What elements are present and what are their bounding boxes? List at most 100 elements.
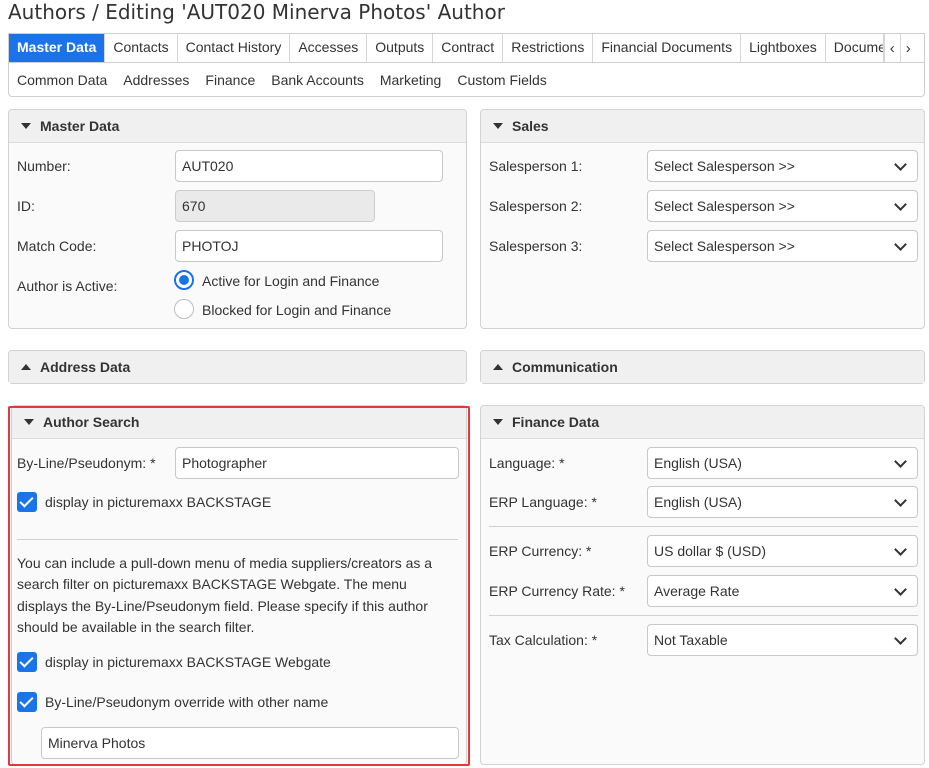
main-tabbar: Master Data Contacts Contact History Acc… <box>8 33 925 62</box>
chevron-down-icon <box>894 238 907 251</box>
communication-panel: Communication <box>480 350 925 384</box>
salesperson-1-select[interactable]: Select Salesperson >> <box>647 150 918 182</box>
language-label: Language: * <box>489 455 565 471</box>
subtab-custom-fields[interactable]: Custom Fields <box>457 72 546 88</box>
erp-currency-select[interactable]: US dollar $ (USD) <box>647 535 918 567</box>
byline-field[interactable]: Photographer <box>175 447 459 479</box>
communication-title: Communication <box>512 359 618 375</box>
sales-panel: Sales Salesperson 1: Select Salesperson … <box>480 109 925 329</box>
salesperson-2-label: Salesperson 2: <box>489 198 583 214</box>
tab-contacts[interactable]: Contacts <box>105 34 178 62</box>
tab-outputs[interactable]: Outputs <box>367 34 434 62</box>
override-name-field[interactable]: Minerva Photos <box>41 727 459 759</box>
tab-contact-history[interactable]: Contact History <box>178 34 291 62</box>
erp-currency-rate-value: Average Rate <box>654 583 740 599</box>
subtab-bank-accounts[interactable]: Bank Accounts <box>271 72 364 88</box>
override-checkbox[interactable] <box>17 692 37 712</box>
tab-documents[interactable]: Documents <box>826 34 884 62</box>
blocked-radio[interactable] <box>174 299 194 319</box>
author-search-info-text: You can include a pull-down menu of medi… <box>17 553 458 638</box>
finance-data-header[interactable]: Finance Data <box>481 406 924 439</box>
display-backstage-label[interactable]: display in picturemaxx BACKSTAGE <box>45 494 271 510</box>
address-data-header[interactable]: Address Data <box>9 351 466 383</box>
blocked-option-label[interactable]: Blocked for Login and Finance <box>202 302 391 318</box>
author-search-title: Author Search <box>43 414 140 430</box>
author-search-header[interactable]: Author Search <box>12 406 466 439</box>
display-webgate-checkbox[interactable] <box>17 652 37 672</box>
active-radio[interactable] <box>174 270 194 290</box>
finance-data-title: Finance Data <box>512 414 600 430</box>
info-line: You can include a pull-down menu of medi… <box>17 555 433 571</box>
chevron-down-icon <box>894 583 907 596</box>
caret-down-icon <box>24 419 34 425</box>
chevron-down-icon <box>894 455 907 468</box>
tab-accesses[interactable]: Accesses <box>290 34 368 62</box>
chevron-down-icon <box>894 494 907 507</box>
divider <box>17 539 458 540</box>
erp-currency-rate-label: ERP Currency Rate: * <box>489 583 625 599</box>
salesperson-3-value: Select Salesperson >> <box>654 238 795 254</box>
page-title: Authors / Editing 'AUT020 Minerva Photos… <box>8 0 505 24</box>
chevron-down-icon <box>894 158 907 171</box>
byline-label: By-Line/Pseudonym: * <box>17 455 156 471</box>
tab-lightboxes[interactable]: Lightboxes <box>741 34 826 62</box>
id-label: ID: <box>17 198 35 214</box>
erp-currency-label: ERP Currency: * <box>489 543 592 559</box>
tax-calculation-select[interactable]: Not Taxable <box>647 624 918 656</box>
tab-master-data[interactable]: Master Data <box>9 34 106 62</box>
subtab-addresses[interactable]: Addresses <box>123 72 189 88</box>
salesperson-2-select[interactable]: Select Salesperson >> <box>647 190 918 222</box>
erp-language-value: English (USA) <box>654 494 742 510</box>
address-data-title: Address Data <box>40 359 131 375</box>
caret-down-icon <box>21 123 31 129</box>
number-field[interactable]: AUT020 <box>175 150 443 182</box>
subtab-finance[interactable]: Finance <box>205 72 255 88</box>
salesperson-1-value: Select Salesperson >> <box>654 158 795 174</box>
master-data-panel: Master Data Number: AUT020 ID: 670 Match… <box>8 109 467 329</box>
tabs-scroll-right-icon[interactable]: › <box>899 34 916 62</box>
chevron-down-icon <box>894 198 907 211</box>
tab-financial-documents[interactable]: Financial Documents <box>593 34 742 62</box>
finance-data-panel: Finance Data Language: * English (USA) E… <box>480 405 925 765</box>
language-value: English (USA) <box>654 455 742 471</box>
author-search-panel: Author Search By-Line/Pseudonym: * Photo… <box>11 405 467 765</box>
display-backstage-checkbox[interactable] <box>17 492 37 512</box>
caret-up-icon <box>21 364 31 370</box>
caret-down-icon <box>493 419 503 425</box>
info-line: search filter on picturemaxx BACKSTAGE W… <box>17 576 407 593</box>
match-code-field[interactable]: PHOTOJ <box>175 230 443 262</box>
erp-language-select[interactable]: English (USA) <box>647 486 918 518</box>
address-data-panel: Address Data <box>8 350 467 384</box>
language-select[interactable]: English (USA) <box>647 447 918 479</box>
display-webgate-label[interactable]: display in picturemaxx BACKSTAGE Webgate <box>45 654 331 670</box>
master-data-header[interactable]: Master Data <box>9 110 466 143</box>
divider <box>489 615 918 616</box>
tab-contract[interactable]: Contract <box>433 34 504 62</box>
tax-calculation-label: Tax Calculation: * <box>489 632 598 648</box>
active-option-label[interactable]: Active for Login and Finance <box>202 273 379 289</box>
erp-language-label: ERP Language: * <box>489 494 597 510</box>
communication-header[interactable]: Communication <box>481 351 924 383</box>
tax-calculation-value: Not Taxable <box>654 632 728 648</box>
salesperson-3-label: Salesperson 3: <box>489 238 583 254</box>
caret-up-icon <box>493 364 503 370</box>
override-label[interactable]: By-Line/Pseudonym override with other na… <box>45 694 328 710</box>
id-field: 670 <box>175 190 375 222</box>
sales-header[interactable]: Sales <box>481 110 924 143</box>
subtab-bar: Common Data Addresses Finance Bank Accou… <box>8 62 925 97</box>
info-line: displays the By-Line/Pseudonym field. Pl… <box>17 597 428 614</box>
divider <box>489 526 918 527</box>
author-active-label: Author is Active: <box>17 278 118 294</box>
number-label: Number: <box>17 158 71 174</box>
info-line: should be available in the search filter… <box>17 618 255 635</box>
chevron-down-icon <box>894 632 907 645</box>
salesperson-2-value: Select Salesperson >> <box>654 198 795 214</box>
subtab-marketing[interactable]: Marketing <box>380 72 441 88</box>
tabs-scroll-left-icon[interactable]: ‹ <box>883 34 900 62</box>
erp-currency-rate-select[interactable]: Average Rate <box>647 575 918 607</box>
sales-title: Sales <box>512 118 549 134</box>
subtab-common-data[interactable]: Common Data <box>17 72 107 88</box>
erp-currency-value: US dollar $ (USD) <box>654 543 767 559</box>
salesperson-3-select[interactable]: Select Salesperson >> <box>647 230 918 262</box>
tab-restrictions[interactable]: Restrictions <box>503 34 594 62</box>
